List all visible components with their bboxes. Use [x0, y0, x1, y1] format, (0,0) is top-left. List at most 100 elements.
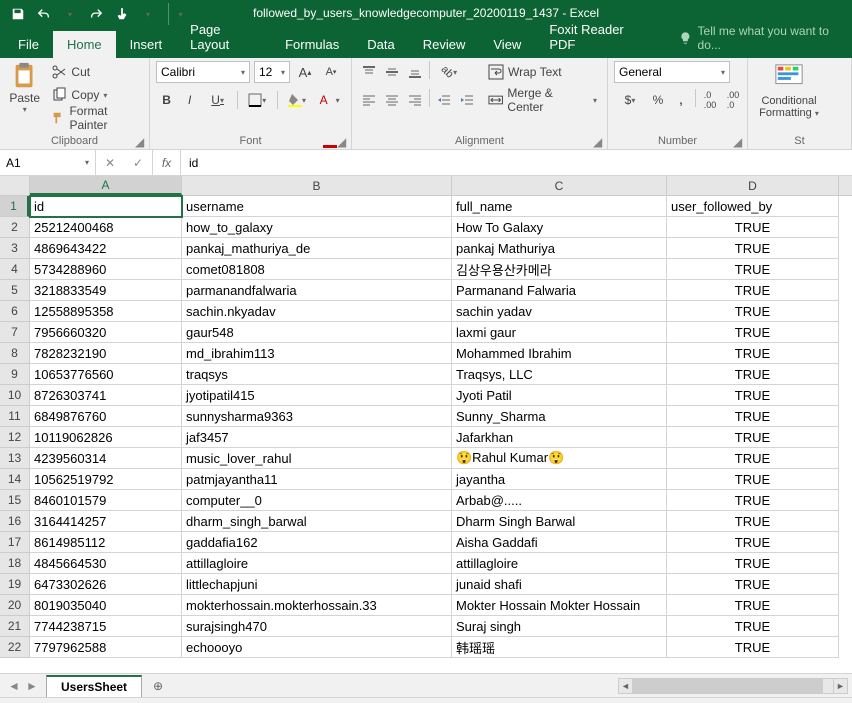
new-sheet-icon[interactable]: ⊕	[146, 676, 170, 696]
cell[interactable]: computer__0	[182, 490, 452, 511]
cell[interactable]: 25212400468	[30, 217, 182, 238]
cell[interactable]: TRUE	[667, 406, 839, 427]
accounting-format-icon[interactable]: $ ▾	[614, 89, 646, 111]
scroll-right-icon[interactable]: ►	[833, 679, 847, 693]
cell[interactable]: 4845664530	[30, 553, 182, 574]
italic-button[interactable]: I	[179, 89, 200, 111]
orientation-icon[interactable]: ab▾	[433, 61, 465, 83]
increase-indent-icon[interactable]	[456, 89, 478, 111]
cell[interactable]: Traqsys, LLC	[452, 364, 667, 385]
tab-review[interactable]: Review	[409, 31, 480, 58]
scroll-left-icon[interactable]: ◄	[619, 679, 633, 693]
row-header[interactable]: 8	[0, 343, 29, 364]
cell[interactable]: 10653776560	[30, 364, 182, 385]
cell[interactable]: Sunny_Sharma	[452, 406, 667, 427]
cell[interactable]: TRUE	[667, 280, 839, 301]
cell[interactable]: Mokter Hossain Mokter Hossain	[452, 595, 667, 616]
row-header[interactable]: 22	[0, 637, 29, 658]
font-color-button[interactable]: A▾	[314, 89, 345, 111]
cells-area[interactable]: idusernamefull_nameuser_followed_by25212…	[30, 196, 852, 673]
increase-decimal-icon[interactable]: .0.00	[699, 89, 721, 111]
row-header[interactable]: 21	[0, 616, 29, 637]
col-header-C[interactable]: C	[452, 176, 667, 195]
row-header[interactable]: 5	[0, 280, 29, 301]
cell[interactable]: gaddafia162	[182, 532, 452, 553]
scroll-thumb[interactable]	[633, 679, 823, 693]
comma-format-icon[interactable]: ,	[670, 89, 692, 111]
cell[interactable]: 4239560314	[30, 448, 182, 469]
enter-formula-icon[interactable]: ✓	[124, 150, 152, 175]
number-format-combo[interactable]: General▾	[614, 61, 730, 83]
cell[interactable]: 😲Rahul Kumar😲	[452, 448, 667, 469]
cell[interactable]: 6849876760	[30, 406, 182, 427]
row-header[interactable]: 19	[0, 574, 29, 595]
cell[interactable]: TRUE	[667, 217, 839, 238]
cell[interactable]: sachin yadav	[452, 301, 667, 322]
cell[interactable]: TRUE	[667, 385, 839, 406]
cell[interactable]: Jafarkhan	[452, 427, 667, 448]
cell[interactable]: sachin.nkyadav	[182, 301, 452, 322]
row-header[interactable]: 12	[0, 427, 29, 448]
fx-icon[interactable]: fx	[153, 150, 181, 175]
row-header[interactable]: 7	[0, 322, 29, 343]
row-header[interactable]: 1	[0, 196, 29, 217]
tab-file[interactable]: File	[4, 31, 53, 58]
cell[interactable]: 8019035040	[30, 595, 182, 616]
underline-button[interactable]: U ▾	[202, 89, 233, 111]
align-center-icon[interactable]	[381, 89, 403, 111]
cell[interactable]: Dharm Singh Barwal	[452, 511, 667, 532]
sheet-nav-next-icon[interactable]: ►	[24, 679, 40, 693]
tab-pagelayout[interactable]: Page Layout	[176, 16, 271, 58]
cell[interactable]: How To Galaxy	[452, 217, 667, 238]
paste-button[interactable]: Paste ▾	[6, 61, 43, 133]
cell[interactable]: 3218833549	[30, 280, 182, 301]
row-header[interactable]: 16	[0, 511, 29, 532]
sheet-tab-active[interactable]: UsersSheet	[46, 675, 142, 697]
conditional-formatting-button[interactable]: Conditional Formatting ▾	[754, 61, 824, 133]
bold-button[interactable]: B	[156, 89, 177, 111]
col-header-D[interactable]: D	[667, 176, 839, 195]
align-right-icon[interactable]	[404, 89, 426, 111]
select-all-corner[interactable]	[0, 176, 30, 196]
horizontal-scrollbar[interactable]: ◄ ►	[618, 678, 848, 694]
cell[interactable]: comet081808	[182, 259, 452, 280]
cell[interactable]: attillagloire	[182, 553, 452, 574]
cell[interactable]: md_ibrahim113	[182, 343, 452, 364]
cell[interactable]: Jyoti Patil	[452, 385, 667, 406]
cell[interactable]: jayantha	[452, 469, 667, 490]
cell[interactable]: 韩瑶瑶	[452, 637, 667, 658]
number-launcher-icon[interactable]: ◢	[733, 135, 745, 147]
cell[interactable]: TRUE	[667, 469, 839, 490]
cell[interactable]: TRUE	[667, 511, 839, 532]
cell[interactable]: how_to_galaxy	[182, 217, 452, 238]
cell[interactable]: Suraj singh	[452, 616, 667, 637]
touch-dropdown[interactable]: ▾	[136, 3, 160, 25]
cell[interactable]: user_followed_by	[667, 196, 839, 217]
cell[interactable]: TRUE	[667, 301, 839, 322]
increase-font-icon[interactable]: A▴	[294, 61, 316, 83]
col-header-A[interactable]: A	[30, 176, 182, 195]
font-launcher-icon[interactable]: ◢	[337, 135, 349, 147]
format-painter-button[interactable]: Format Painter	[47, 107, 143, 129]
cell[interactable]: TRUE	[667, 343, 839, 364]
decrease-decimal-icon[interactable]: .00.0	[722, 89, 744, 111]
cell[interactable]: 8614985112	[30, 532, 182, 553]
row-header[interactable]: 10	[0, 385, 29, 406]
cell[interactable]: 5734288960	[30, 259, 182, 280]
cell[interactable]: jyotipatil415	[182, 385, 452, 406]
redo-icon[interactable]	[84, 3, 108, 25]
align-middle-icon[interactable]	[381, 61, 403, 83]
row-header[interactable]: 9	[0, 364, 29, 385]
cell[interactable]: junaid shafi	[452, 574, 667, 595]
cell[interactable]: parmanandfalwaria	[182, 280, 452, 301]
cell[interactable]: 김상우용산카메라	[452, 259, 667, 280]
cell[interactable]: 10562519792	[30, 469, 182, 490]
cell[interactable]: TRUE	[667, 364, 839, 385]
cut-button[interactable]: Cut	[47, 61, 143, 83]
cell[interactable]: 3164414257	[30, 511, 182, 532]
row-header[interactable]: 4	[0, 259, 29, 280]
row-header[interactable]: 6	[0, 301, 29, 322]
cell[interactable]: attillagloire	[452, 553, 667, 574]
cell[interactable]: pankaj Mathuriya	[452, 238, 667, 259]
cell[interactable]: music_lover_rahul	[182, 448, 452, 469]
